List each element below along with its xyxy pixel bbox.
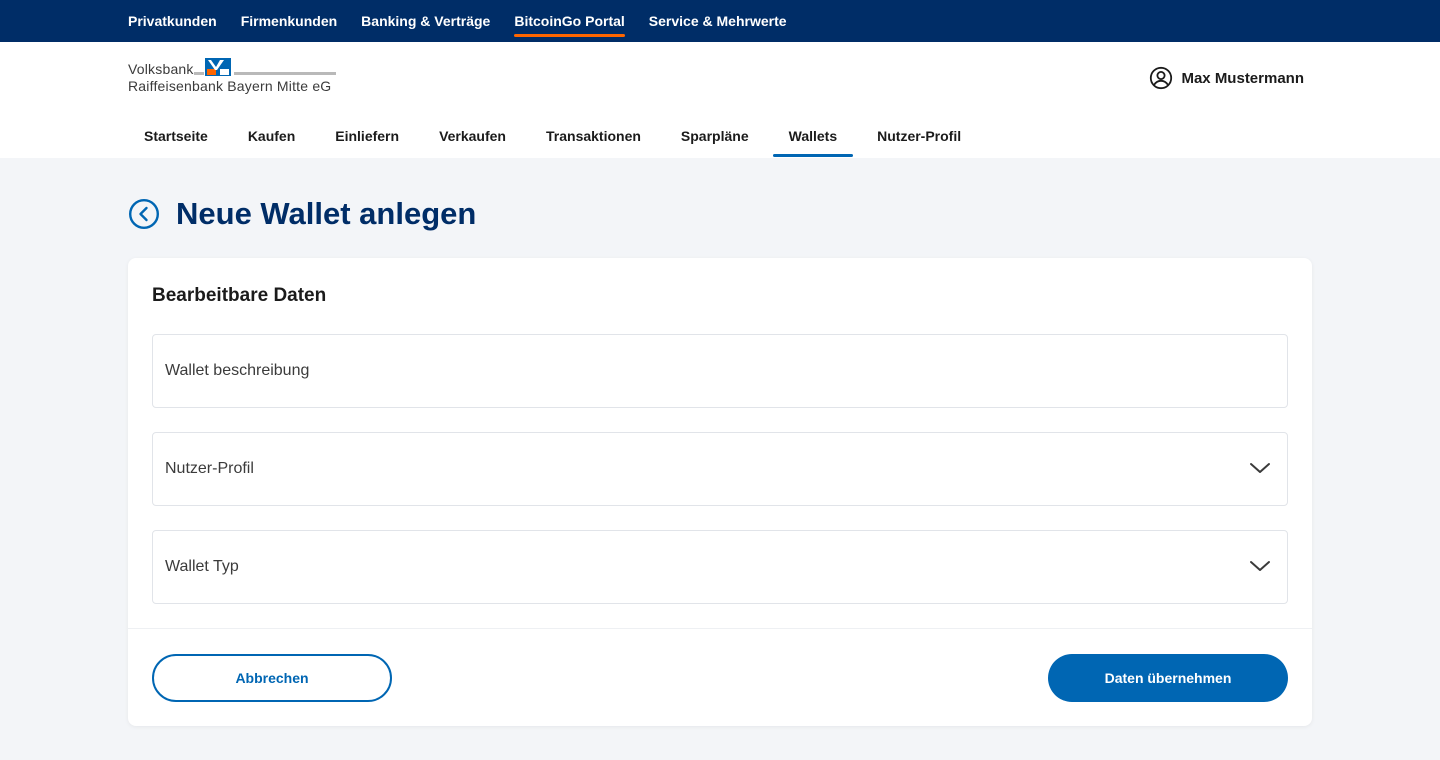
card-divider [128,628,1312,629]
section-title: Bearbeitbare Daten [152,285,327,306]
subnav-einliefern[interactable]: Einliefern [319,114,415,158]
subnav-sparplaene[interactable]: Sparpläne [665,114,765,158]
topnav-service-mehrwerte[interactable]: Service & Mehrwerte [649,0,787,42]
wallet-description-input[interactable] [165,362,1275,380]
cancel-button[interactable]: Abbrechen [152,654,392,702]
subnav-startseite[interactable]: Startseite [128,114,224,158]
chevron-down-icon [1250,561,1270,571]
user-name: Max Mustermann [1181,69,1304,87]
logo-rule-left [194,72,204,75]
user-profile-select-label: Nutzer-Profil [165,460,254,477]
site-header: Volksbank Raiffeisenbank Bayern Mitte eG… [0,42,1440,158]
wallet-description-field[interactable] [152,334,1288,408]
user-profile-select[interactable]: Nutzer-Profil [152,432,1288,506]
topnav-privatkunden[interactable]: Privatkunden [128,0,217,42]
subnav-transaktionen[interactable]: Transaktionen [530,114,657,158]
wallet-type-select[interactable]: Wallet Typ [152,530,1288,604]
user-menu[interactable]: Max Mustermann [1149,66,1304,90]
wallet-form-card: Bearbeitbare Daten Nutzer-Profil Wallet … [128,258,1312,726]
logo-line-2: Raiffeisenbank Bayern Mitte eG [128,78,332,94]
topnav-firmenkunden[interactable]: Firmenkunden [241,0,337,42]
vr-logo-icon [205,58,231,76]
topnav-banking-vertraege[interactable]: Banking & Verträge [361,0,490,42]
top-navigation: Privatkunden Firmenkunden Banking & Vert… [0,0,1440,42]
back-button[interactable] [128,198,160,230]
topnav-bitcoingo-portal[interactable]: BitcoinGo Portal [514,0,626,42]
wallet-type-select-label: Wallet Typ [165,558,239,575]
portal-subnav: Startseite Kaufen Einliefern Verkaufen T… [128,114,985,158]
logo-rule-right [234,72,336,75]
chevron-left-circle-icon [128,198,160,230]
page-title: Neue Wallet anlegen [176,196,477,231]
subnav-wallets[interactable]: Wallets [772,114,854,158]
subnav-kaufen[interactable]: Kaufen [232,114,311,158]
bank-logo[interactable]: Volksbank Raiffeisenbank Bayern Mitte eG [128,58,338,96]
page-header: Neue Wallet anlegen [128,196,476,232]
chevron-down-icon [1250,463,1270,473]
logo-line-1: Volksbank [128,61,194,77]
user-icon [1150,66,1173,90]
submit-button[interactable]: Daten übernehmen [1048,654,1288,702]
subnav-verkaufen[interactable]: Verkaufen [423,114,522,158]
subnav-nutzer-profil[interactable]: Nutzer-Profil [861,114,977,158]
